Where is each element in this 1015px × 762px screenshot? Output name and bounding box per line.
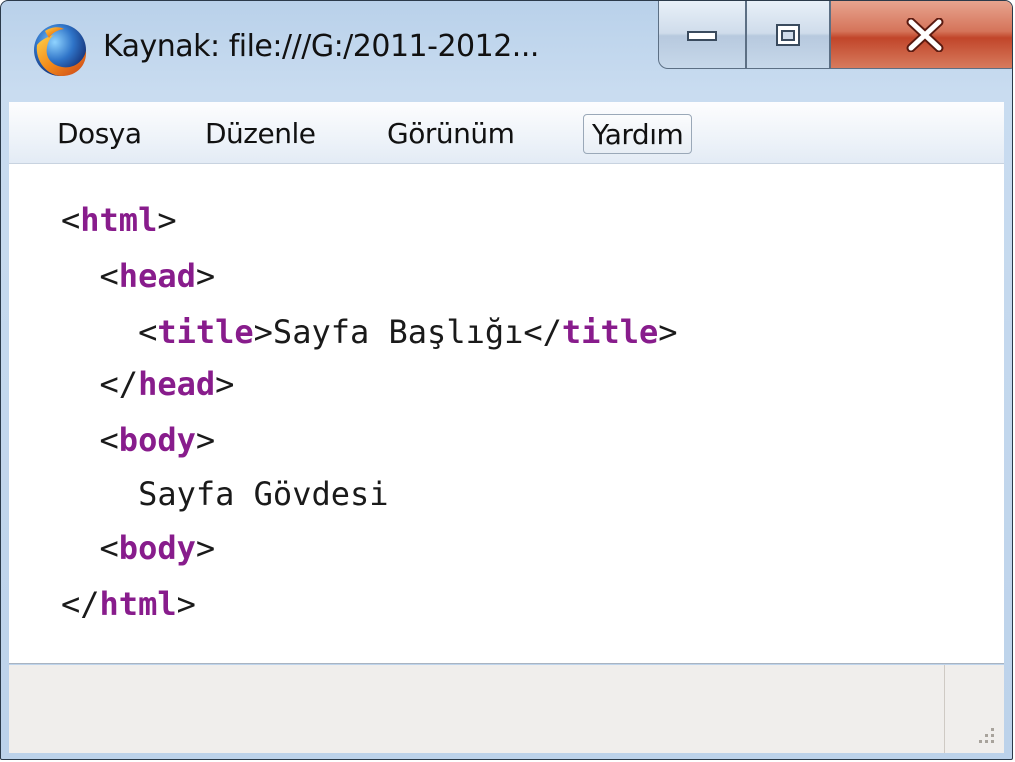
- status-divider: [944, 665, 945, 753]
- tag-bracket: <: [61, 201, 81, 239]
- tag-bracket: [61, 365, 100, 403]
- resize-grip-icon[interactable]: [974, 723, 996, 745]
- tag-bracket: >: [658, 313, 678, 351]
- tag-bracket: >: [195, 529, 216, 567]
- tag-bracket: >: [253, 313, 273, 351]
- maximize-button[interactable]: [746, 1, 830, 69]
- menu-item-yardim[interactable]: Yardım: [583, 114, 693, 154]
- tag-bracket: </: [61, 585, 100, 623]
- tag-name: body: [118, 421, 196, 459]
- close-icon: [906, 17, 944, 52]
- source-line: </head>: [61, 356, 235, 412]
- source-line: Sayfa Gövdesi: [61, 466, 389, 522]
- tag-name: head: [138, 365, 216, 403]
- tag-bracket: [61, 475, 138, 513]
- minimize-icon: [687, 30, 717, 41]
- tag-bracket: <: [99, 529, 119, 567]
- source-line: <title>Sayfa Başlığı</title>: [61, 304, 678, 360]
- menu-item-gorunum[interactable]: Görünüm: [379, 114, 522, 154]
- tag-bracket: <: [138, 313, 158, 351]
- menu-item-label: Görünüm: [387, 117, 515, 150]
- tag-bracket: </: [523, 313, 562, 351]
- tag-bracket: </: [99, 365, 139, 403]
- text-content: Sayfa Başlığı: [272, 313, 524, 351]
- menu-item-duzenle[interactable]: Düzenle: [197, 114, 323, 154]
- close-button[interactable]: [830, 1, 1012, 69]
- source-line: <html>: [61, 192, 177, 248]
- menu-item-label: Yardım: [592, 118, 684, 151]
- tag-bracket: <: [99, 421, 119, 459]
- source-line: <body>: [61, 412, 216, 468]
- tag-bracket: [61, 313, 138, 351]
- tag-name: body: [118, 529, 196, 567]
- source-view[interactable]: <html> <head> <title>Sayfa Başlığı</titl…: [9, 164, 1004, 664]
- tag-bracket: [61, 529, 100, 567]
- tag-bracket: [61, 257, 100, 295]
- firefox-icon: [34, 24, 87, 76]
- source-line: <body>: [61, 520, 216, 576]
- tag-name: title: [561, 313, 659, 351]
- maximize-icon: [776, 23, 800, 46]
- title-bar[interactable]: Kaynak: file:///G:/2011-2012...: [1, 1, 1012, 99]
- source-line: <head>: [61, 248, 216, 304]
- tag-bracket: >: [195, 421, 216, 459]
- text-content: Sayfa Gövdesi: [138, 475, 389, 513]
- menu-bar: Dosya Düzenle Görünüm Yardım: [9, 102, 1004, 164]
- tag-name: html: [99, 585, 177, 623]
- tag-bracket: [61, 421, 100, 459]
- window-title: Kaynak: file:///G:/2011-2012...: [103, 29, 539, 64]
- caption-buttons: [658, 1, 1012, 73]
- tag-bracket: >: [215, 365, 235, 403]
- view-source-window: Kaynak: file:///G:/2011-2012... Dosya Dü…: [0, 0, 1013, 760]
- tag-name: title: [157, 313, 254, 351]
- menu-item-label: Düzenle: [205, 117, 316, 150]
- tag-bracket: <: [99, 257, 119, 295]
- tag-bracket: >: [157, 201, 177, 239]
- tag-bracket: >: [176, 585, 196, 623]
- menu-item-dosya[interactable]: Dosya: [49, 114, 150, 154]
- tag-bracket: >: [195, 257, 216, 295]
- status-bar: [9, 665, 1004, 753]
- source-line: </html>: [61, 576, 196, 632]
- tag-name: head: [118, 257, 196, 295]
- tag-name: html: [80, 201, 158, 239]
- minimize-button[interactable]: [658, 1, 746, 69]
- menu-item-label: Dosya: [57, 117, 142, 150]
